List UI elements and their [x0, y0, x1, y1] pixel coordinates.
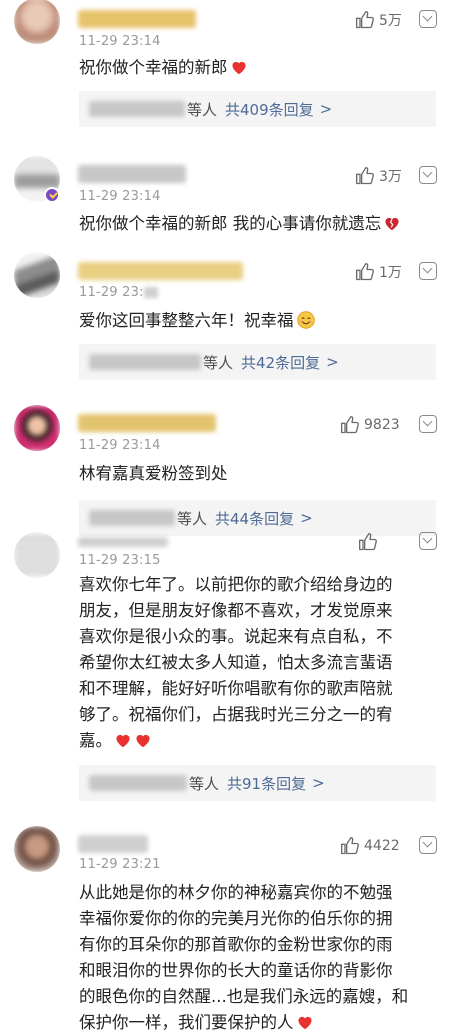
comment-text: 祝你做个幸福的新郎 — [79, 55, 437, 81]
red-heart-icon — [297, 1016, 312, 1030]
red-heart-icon — [231, 61, 246, 75]
like-button[interactable]: 9823 — [340, 415, 400, 435]
like-button[interactable]: 5万 — [355, 10, 402, 30]
more-options-icon[interactable] — [419, 836, 437, 854]
comment-text: 从此她是你的林夕你的神秘嘉宾你的不勉强 幸福你爱你的你的完美月光你的伯乐你的拥 … — [79, 880, 437, 1035]
more-options-icon[interactable] — [419, 415, 437, 433]
reply-count-link[interactable]: 共91条回复 — [227, 773, 306, 794]
comment-line: 朋友，但是朋友好像都不喜欢，才发觉原来 — [79, 601, 393, 620]
thumbs-up-icon — [356, 263, 374, 281]
comment-line: 爱你这回事整整六年！祝幸福 — [79, 311, 294, 330]
thumbs-up-icon — [341, 416, 359, 434]
red-heart-icon — [116, 734, 130, 748]
comment-line: 希望你太红被太多人知道，怕太多流言蜚语 — [79, 653, 393, 672]
like-button[interactable] — [358, 532, 382, 552]
thumbs-up-icon — [341, 837, 359, 855]
comment-line: 和眼泪你的世界你的长大的童话你的背影你 — [79, 961, 393, 980]
reply-usernames-blurred — [89, 775, 187, 791]
like-button[interactable]: 4422 — [340, 836, 400, 856]
comment-time-text: 11-29 23: — [79, 285, 144, 300]
comment-line: 嘉。 — [79, 731, 112, 750]
comment-time: 11-29 23:14 — [79, 438, 161, 453]
comment-time: 11-29 23:15 — [79, 553, 161, 568]
avatar[interactable] — [14, 532, 60, 578]
smile-emoji-icon — [296, 311, 315, 329]
comment-text: 爱你这回事整整六年！祝幸福 — [79, 308, 437, 334]
reply-preview[interactable]: 等人 共42条回复 > — [79, 344, 436, 380]
reply-count-link[interactable]: 共409条回复 — [225, 99, 314, 120]
comment-time: 11-29 23:14 — [79, 34, 161, 49]
reply-arrow: > — [319, 100, 333, 118]
comment-time: 11-29 23:14 — [79, 189, 161, 204]
reply-count-link[interactable]: 共42条回复 — [241, 352, 320, 373]
comment-line: 林宥嘉真爱粉签到处 — [79, 464, 228, 483]
username-blurred[interactable] — [78, 835, 148, 853]
thumbs-up-icon — [356, 167, 374, 185]
like-count: 9823 — [364, 417, 400, 433]
verified-badge-icon — [44, 187, 60, 203]
reply-count-link[interactable]: 共44条回复 — [215, 508, 294, 529]
reply-arrow: > — [312, 774, 325, 792]
comment-line: 够了。祝福你们，占据我时光三分之一的宥 — [79, 705, 393, 724]
more-options-icon[interactable] — [419, 532, 437, 550]
more-options-icon[interactable] — [419, 262, 437, 280]
comment-text: 喜欢你七年了。以前把你的歌介绍给身边的 朋友，但是朋友好像都不喜欢，才发觉原来 … — [79, 572, 437, 754]
comment-line: 和不理解，能好好听你唱歌有你的歌声陪就 — [79, 679, 393, 698]
reply-suffix: 等人 — [189, 774, 220, 793]
avatar[interactable] — [14, 252, 60, 298]
comment-line: 喜欢你是很小众的事。说起来有点自私，不 — [79, 627, 393, 646]
comment-line: 从此她是你的林夕你的神秘嘉宾你的不勉强 — [79, 883, 393, 902]
red-heart-icon — [136, 734, 150, 748]
reply-usernames-blurred — [89, 510, 175, 526]
reply-usernames-blurred — [89, 101, 185, 117]
reply-suffix: 等人 — [203, 353, 234, 372]
avatar[interactable] — [14, 405, 60, 451]
username-blurred[interactable] — [78, 10, 196, 28]
like-count: 3万 — [379, 169, 402, 185]
reply-preview[interactable]: 等人 共44条回复 > — [79, 500, 436, 536]
reply-usernames-blurred — [89, 354, 201, 370]
comment-line: 有你的耳朵你的那首歌你的金粉世家你的雨 — [79, 935, 393, 954]
like-button[interactable]: 3万 — [355, 166, 402, 186]
reply-preview[interactable]: 等人 共409条回复 > — [79, 91, 436, 127]
username-blurred[interactable] — [78, 165, 186, 183]
reply-arrow: > — [326, 353, 339, 371]
username-blurred[interactable] — [78, 262, 243, 280]
thumbs-up-icon — [356, 11, 374, 29]
comment-text: 林宥嘉真爱粉签到处 — [79, 461, 437, 487]
avatar[interactable] — [14, 826, 60, 872]
reply-suffix: 等人 — [187, 100, 218, 119]
thumbs-up-icon — [359, 533, 377, 551]
like-count: 5万 — [379, 13, 402, 29]
more-options-icon[interactable] — [419, 10, 437, 28]
comment-line: 喜欢你七年了。以前把你的歌介绍给身边的 — [79, 575, 393, 594]
broken-heart-icon — [385, 217, 399, 231]
username-blurred[interactable] — [78, 537, 168, 547]
comment-text: 祝你做个幸福的新郎 我的心事请你就遗忘 — [79, 211, 437, 237]
comment-line: 祝你做个幸福的新郎 我的心事请你就遗忘 — [79, 214, 382, 233]
username-blurred[interactable] — [78, 414, 216, 432]
reply-arrow: > — [300, 509, 313, 527]
comment-line: 祝你做个幸福的新郎 — [79, 58, 228, 77]
comment-time: 11-29 23:21 — [79, 857, 161, 872]
avatar[interactable] — [14, 0, 60, 44]
more-options-icon[interactable] — [419, 166, 437, 184]
like-count: 1万 — [379, 265, 402, 281]
like-button[interactable]: 1万 — [355, 262, 402, 282]
reply-preview[interactable]: 等人 共91条回复 > — [79, 765, 436, 801]
reply-suffix: 等人 — [177, 509, 208, 528]
comment-line: 的眼色你的自然醒...也是我们永远的嘉嫂，和 — [79, 987, 409, 1006]
comment-line: 保护你一样，我们要保护的人 — [79, 1013, 294, 1032]
comment-time: 11-29 23: — [79, 285, 158, 300]
time-obscured — [143, 287, 158, 298]
like-count: 4422 — [364, 838, 400, 854]
comment-line: 幸福你爱你的你的完美月光你的伯乐你的拥 — [79, 909, 393, 928]
